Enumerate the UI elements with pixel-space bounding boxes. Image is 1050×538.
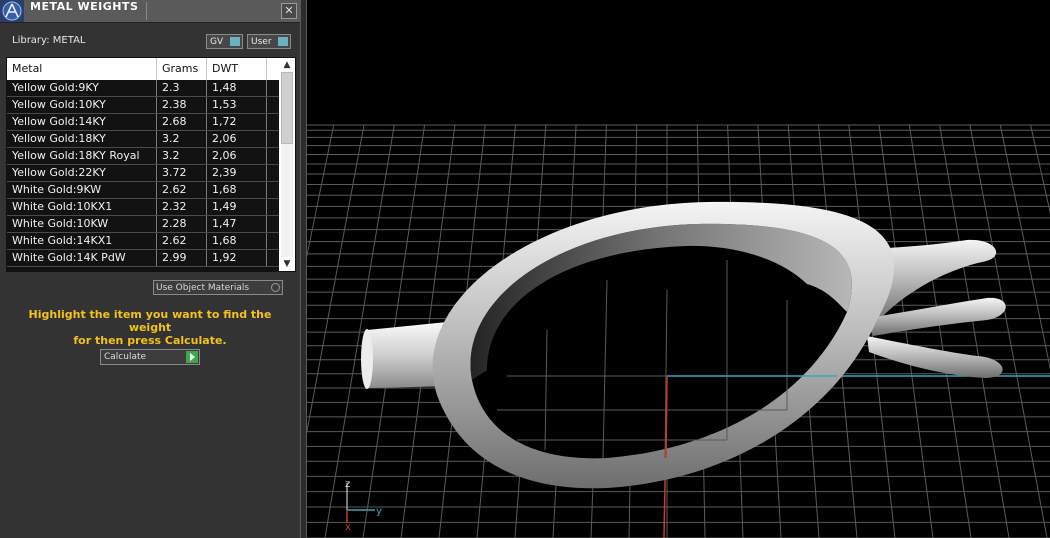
metal-cell[interactable]: White Gold:9KW (7, 182, 157, 198)
instruction-line-1: Highlight the item you want to find the … (28, 308, 272, 334)
grams-cell[interactable]: 2.38 (157, 97, 207, 113)
table-row[interactable]: Yellow Gold:9KY 2.3 1,48 (7, 80, 279, 97)
scroll-up-icon[interactable]: ▲ (279, 58, 295, 72)
metal-cell[interactable]: White Gold:14KX1 (7, 233, 157, 249)
metal-cell[interactable]: Yellow Gold:22KY (7, 165, 157, 181)
table-row[interactable]: White Gold:14KX1 2.62 1,68 (7, 233, 279, 250)
column-header-metal[interactable]: Metal (7, 58, 157, 80)
user-toggle-button[interactable]: User (247, 34, 291, 49)
table-row[interactable]: White Gold:10KW 2.28 1,47 (7, 216, 279, 233)
dwt-cell[interactable]: 1,68 (207, 182, 267, 198)
grams-cell[interactable]: 3.2 (157, 131, 207, 147)
table-row[interactable]: Yellow Gold:18KY 3.2 2,06 (7, 131, 279, 148)
x-axis-label: x (345, 522, 351, 533)
dwt-cell[interactable]: 2,06 (207, 131, 267, 147)
axis-gizmo: z y x (345, 479, 382, 533)
y-axis-label: y (376, 506, 382, 517)
panel-title: METAL WEIGHTS (30, 0, 139, 13)
metal-cell[interactable]: Yellow Gold:10KY (7, 97, 157, 113)
use-object-materials-label: Use Object Materials (156, 283, 250, 293)
close-button[interactable]: ✕ (281, 3, 297, 19)
dwt-cell[interactable]: 2,39 (207, 165, 267, 181)
metal-cell[interactable]: Yellow Gold:14KY (7, 114, 157, 130)
title-divider (146, 2, 147, 20)
table-header: Metal Grams DWT (7, 58, 279, 80)
ring-stem-end (361, 329, 373, 389)
grams-cell[interactable]: 2.28 (157, 216, 207, 232)
instruction-text: Highlight the item you want to find the … (10, 308, 290, 347)
close-icon[interactable]: ✕ (284, 4, 293, 17)
metal-cell[interactable]: White Gold:14K PdW (7, 250, 157, 266)
scroll-down-icon[interactable]: ▼ (279, 257, 295, 271)
table-scrollbar[interactable]: ▲ ▼ (279, 58, 295, 271)
ring-model[interactable] (361, 201, 1006, 489)
viewport-canvas[interactable]: z y x (307, 0, 1050, 538)
grams-cell[interactable]: 3.2 (157, 148, 207, 164)
toggle-indicator-icon (230, 37, 240, 46)
user-label: User (251, 37, 272, 47)
grams-cell[interactable]: 2.32 (157, 199, 207, 215)
dwt-cell[interactable]: 1,53 (207, 97, 267, 113)
use-object-materials-checkbox[interactable]: Use Object Materials (153, 280, 283, 295)
metal-cell[interactable]: Yellow Gold:18KY Royal (7, 148, 157, 164)
column-header-grams[interactable]: Grams (157, 58, 207, 80)
title-bar: METAL WEIGHTS ✕ (0, 0, 300, 23)
grams-cell[interactable]: 2.62 (157, 233, 207, 249)
metal-table: Metal Grams DWT Yellow Gold:9KY 2.3 1,48 Ye… (6, 57, 296, 272)
grams-cell[interactable]: 2.3 (157, 80, 207, 96)
instruction-line-2: for then press Calculate. (73, 334, 227, 347)
metal-cell[interactable]: Yellow Gold:18KY (7, 131, 157, 147)
table-row[interactable]: Yellow Gold:22KY 3.72 2,39 (7, 165, 279, 182)
gv-label: GV (210, 37, 224, 47)
dwt-cell[interactable]: 1,92 (207, 250, 267, 266)
calculate-label: Calculate (104, 352, 147, 362)
metal-cell[interactable]: White Gold:10KW (7, 216, 157, 232)
3d-viewport[interactable]: z y x (307, 0, 1050, 538)
table-row[interactable]: Yellow Gold:10KY 2.38 1,53 (7, 97, 279, 114)
table-row[interactable]: White Gold:10KX1 2.32 1,49 (7, 199, 279, 216)
scrollbar-thumb[interactable] (281, 72, 293, 144)
table-row[interactable]: Yellow Gold:14KY 2.68 1,72 (7, 114, 279, 131)
table-row[interactable]: White Gold:9KW 2.62 1,68 (7, 182, 279, 199)
matrix-logo-icon (0, 0, 24, 22)
grams-cell[interactable]: 2.68 (157, 114, 207, 130)
table-row[interactable]: White Gold:14K PdW 2.99 1,92 (7, 250, 279, 267)
metal-weights-panel: METAL WEIGHTS ✕ Library: METAL GV User M… (0, 0, 300, 538)
panel-splitter[interactable] (300, 0, 307, 538)
grams-cell[interactable]: 3.72 (157, 165, 207, 181)
dwt-cell[interactable]: 1,48 (207, 80, 267, 96)
grams-cell[interactable]: 2.62 (157, 182, 207, 198)
column-header-dwt[interactable]: DWT (207, 58, 267, 80)
library-label: Library: METAL (12, 35, 86, 46)
metal-cell[interactable]: Yellow Gold:9KY (7, 80, 157, 96)
z-axis-label: z (345, 479, 350, 490)
ring-prong-bottom (867, 336, 1003, 378)
dwt-cell[interactable]: 1,72 (207, 114, 267, 130)
dwt-cell[interactable]: 2,06 (207, 148, 267, 164)
table-row[interactable]: Yellow Gold:18KY Royal 3.2 2,06 (7, 148, 279, 165)
toggle-indicator-icon (278, 37, 288, 46)
dwt-cell[interactable]: 1,47 (207, 216, 267, 232)
calculate-button[interactable]: Calculate (100, 349, 200, 365)
grams-cell[interactable]: 2.99 (157, 250, 207, 266)
dwt-cell[interactable]: 1,68 (207, 233, 267, 249)
play-icon[interactable] (186, 351, 198, 363)
metal-cell[interactable]: White Gold:10KX1 (7, 199, 157, 215)
dwt-cell[interactable]: 1,49 (207, 199, 267, 215)
radio-indicator-icon[interactable] (271, 283, 280, 292)
gv-toggle-button[interactable]: GV (206, 34, 243, 49)
table-body: Yellow Gold:9KY 2.3 1,48 Yellow Gold:10KY 2.… (7, 80, 279, 267)
